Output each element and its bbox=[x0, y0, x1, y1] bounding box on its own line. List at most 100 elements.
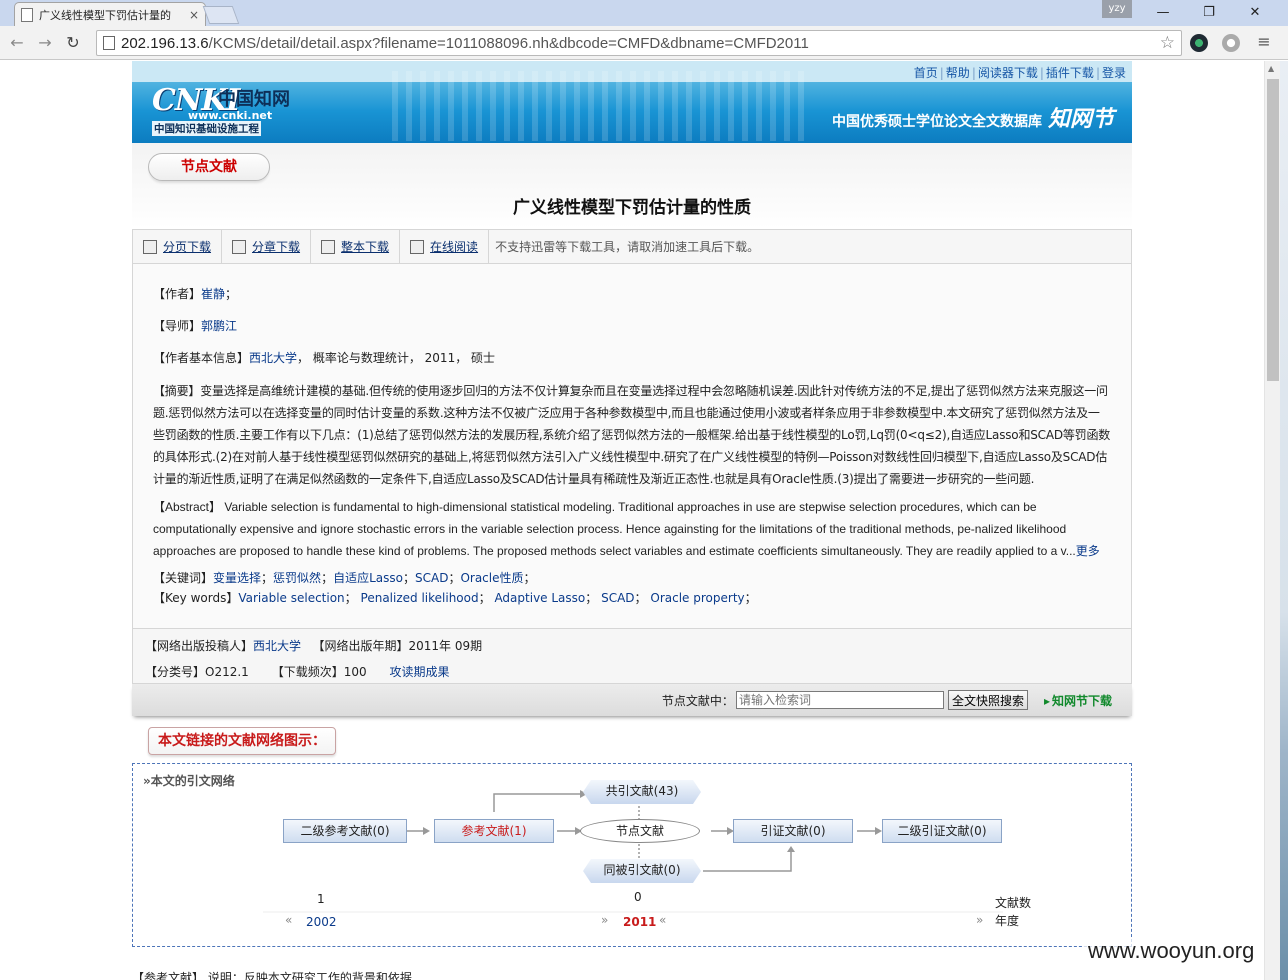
watermark: www.wooyun.org bbox=[1082, 938, 1261, 964]
link-plugin-download[interactable]: 插件下载 bbox=[1046, 66, 1094, 80]
timeline-mid-count: 0 bbox=[634, 890, 642, 904]
timeline-next-icon[interactable]: » bbox=[976, 913, 983, 927]
link-reader-download[interactable]: 阅读器下载 bbox=[978, 66, 1038, 80]
cnki-logo[interactable]: CNKI 中国知网 www.cnki.net 中国知识基础设施工程 bbox=[152, 83, 292, 136]
node-search-bar: 节点文献中： 全文快照搜索 知网节下载 bbox=[132, 684, 1132, 716]
address-bar[interactable]: 202.196.13.6/KCMS/detail/detail.aspx?fil… bbox=[96, 30, 1182, 56]
timeline-year-label: 年度 bbox=[995, 914, 1020, 928]
new-tab-button[interactable] bbox=[202, 6, 240, 24]
citation-network: »本文的引文网络 二级参考文献(0) 参考文献(1) 节点文献 引证文献(0) … bbox=[132, 763, 1132, 947]
abstract-en: 【Abstract】 Variable selection is fundame… bbox=[153, 500, 1100, 558]
publication-row: 【网络出版投稿人】西北大学 【网络出版年期】2011年 09期 bbox=[145, 639, 483, 653]
timeline-mid-year[interactable]: 2011 bbox=[623, 915, 656, 929]
reload-icon[interactable]: ↻ bbox=[62, 32, 84, 54]
header-decoration bbox=[392, 71, 812, 141]
link-login[interactable]: 登录 bbox=[1102, 66, 1126, 80]
page-icon bbox=[21, 7, 33, 22]
scroll-up-icon[interactable]: ▲ bbox=[1268, 64, 1274, 73]
co-cited-node[interactable]: 共引文献(43) bbox=[583, 780, 701, 804]
network-badge: 本文链接的文献网络图示： bbox=[148, 727, 336, 755]
timeline-prev-icon[interactable]: « bbox=[285, 913, 292, 927]
co-citing-node[interactable]: 同被引文献(0) bbox=[583, 859, 701, 883]
contributor-link[interactable]: 西北大学 bbox=[253, 639, 301, 653]
close-window-button[interactable]: ✕ bbox=[1232, 0, 1278, 26]
title-area: 节点文献 广义线性模型下罚估计量的性质 bbox=[132, 143, 1132, 229]
url-text[interactable]: 202.196.13.6/KCMS/detail/detail.aspx?fil… bbox=[121, 35, 809, 52]
download-bar: 分页下载 分章下载 整本下载 在线阅读 不支持迅雷等下载工具，请取消加速工具后下… bbox=[132, 229, 1132, 264]
tab-title: 广义线性模型下罚估计量的 bbox=[39, 8, 171, 22]
second-level-references-node[interactable]: 二级参考文献(0) bbox=[283, 819, 407, 843]
link-help[interactable]: 帮助 bbox=[946, 66, 970, 80]
keyword-en-link[interactable]: Oracle property bbox=[650, 591, 744, 605]
page-icon bbox=[103, 36, 115, 50]
author-link[interactable]: 崔静 bbox=[201, 287, 225, 301]
keywords-cn: 【关键词】变量选择；惩罚似然；自适应Lasso；SCAD；Oracle性质； bbox=[153, 571, 536, 585]
menu-icon[interactable]: ≡ bbox=[1254, 32, 1274, 51]
page-download-icon bbox=[143, 239, 157, 254]
keyword-link[interactable]: 自适应Lasso bbox=[333, 571, 403, 585]
timeline-count-label: 文献数 bbox=[995, 896, 1032, 910]
scrollbar-thumb[interactable] bbox=[1267, 79, 1279, 381]
author-row: 【作者】崔静； bbox=[153, 287, 238, 301]
references-heading: 【参考文献】 说明：反映本文研究工作的背景和依据 bbox=[132, 971, 412, 980]
references-node[interactable]: 参考文献(1) bbox=[434, 819, 554, 843]
keyword-en-link[interactable]: Penalized likelihood bbox=[361, 591, 479, 605]
advisor-link[interactable]: 郭鹏江 bbox=[201, 319, 237, 333]
link-home[interactable]: 首页 bbox=[914, 66, 938, 80]
profile-badge[interactable]: yzy bbox=[1102, 0, 1132, 18]
timeline-left-count: 1 bbox=[317, 892, 325, 906]
zhiwangjie-mark: 知网节 bbox=[1048, 106, 1115, 132]
minimize-button[interactable]: — bbox=[1140, 0, 1186, 26]
timeline-next-icon[interactable]: » bbox=[601, 913, 608, 927]
read-online-icon bbox=[410, 239, 425, 254]
timeline-left-year[interactable]: 2002 bbox=[306, 915, 337, 929]
author-info-row: 【作者基本信息】西北大学， 概率论与数理统计， 2011， 硕士 bbox=[153, 351, 496, 365]
site-header: 首页 | 帮助 | 阅读器下载 | 插件下载 | 登录 CNKI 中国知网 www.cnki.n… bbox=[132, 61, 1132, 143]
download-whole[interactable]: 整本下载 bbox=[311, 229, 401, 264]
top-links: 首页 | 帮助 | 阅读器下载 | 插件下载 | 登录 bbox=[913, 66, 1126, 80]
keyword-link[interactable]: 变量选择 bbox=[213, 571, 261, 585]
classification-row: 【分类号】O212.1 【下载频次】100 攻读期成果 bbox=[145, 665, 450, 679]
search-input[interactable] bbox=[735, 691, 944, 709]
advisor-row: 【导师】郭鹏江 bbox=[153, 319, 238, 333]
citing-node[interactable]: 引证文献(0) bbox=[733, 819, 853, 843]
keyword-en-link[interactable]: Variable selection bbox=[238, 591, 344, 605]
extension-icon[interactable] bbox=[1190, 34, 1208, 52]
read-online[interactable]: 在线阅读 bbox=[400, 229, 490, 264]
chapter-download-icon bbox=[232, 239, 247, 254]
download-note: 不支持迅雷等下载工具，请取消加速工具后下载。 bbox=[495, 240, 760, 254]
forward-icon[interactable]: → bbox=[34, 32, 56, 54]
browser-tab[interactable]: 广义线性模型下罚估计量的 × bbox=[14, 2, 206, 26]
desktop-background-strip bbox=[1280, 61, 1288, 980]
back-icon[interactable]: ← bbox=[6, 32, 28, 54]
vertical-scrollbar[interactable]: ▲ bbox=[1264, 61, 1280, 980]
browser-toolbar: ← → ↻ 202.196.13.6/KCMS/detail/detail.as… bbox=[0, 26, 1288, 60]
book-download-icon bbox=[321, 239, 336, 254]
extension-circle-icon[interactable] bbox=[1222, 34, 1240, 52]
keyword-link[interactable]: Oracle性质 bbox=[460, 571, 523, 585]
abstract-cn: 【摘要】变量选择是高维统计建模的基础.但传统的使用逐步回归的方法不仅计算复杂而且… bbox=[153, 384, 1111, 486]
bookmark-star-icon[interactable]: ☆ bbox=[1160, 33, 1175, 53]
node-document-node: 节点文献 bbox=[580, 819, 700, 843]
school-link[interactable]: 西北大学 bbox=[249, 351, 297, 365]
metadata-panel: 【作者】崔静； 【导师】郭鹏江 【作者基本信息】西北大学， 概率论与数理统计， … bbox=[132, 264, 1132, 628]
tab-strip: 广义线性模型下罚估计量的 × yzy — ❐ ✕ bbox=[0, 0, 1288, 26]
keyword-link[interactable]: 惩罚似然 bbox=[273, 571, 321, 585]
fulltext-search-button[interactable]: 全文快照搜索 bbox=[947, 690, 1028, 710]
keywords-en: 【Key words】Variable selection； Penalized… bbox=[153, 591, 757, 605]
download-by-chapter[interactable]: 分章下载 bbox=[222, 229, 312, 264]
second-level-citing-node[interactable]: 二级引证文献(0) bbox=[882, 819, 1002, 843]
zhiwangjie-download-link[interactable]: 知网节下载 bbox=[1044, 692, 1112, 709]
attack-results-link[interactable]: 攻读期成果 bbox=[390, 665, 450, 679]
keyword-en-link[interactable]: SCAD bbox=[601, 591, 634, 605]
keyword-en-link[interactable]: Adaptive Lasso bbox=[494, 591, 585, 605]
timeline-prev-icon[interactable]: « bbox=[659, 913, 666, 927]
page-title: 广义线性模型下罚估计量的性质 bbox=[513, 198, 751, 218]
maximize-button[interactable]: ❐ bbox=[1186, 0, 1232, 26]
node-document-badge: 节点文献 bbox=[148, 153, 270, 181]
download-by-page[interactable]: 分页下载 bbox=[133, 229, 223, 264]
keyword-link[interactable]: SCAD bbox=[415, 571, 448, 585]
tab-close-icon[interactable]: × bbox=[189, 8, 199, 22]
publication-info: 【网络出版投稿人】西北大学 【网络出版年期】2011年 09期 【分类号】O21… bbox=[132, 628, 1132, 684]
more-link[interactable]: 更多 bbox=[1076, 544, 1100, 558]
